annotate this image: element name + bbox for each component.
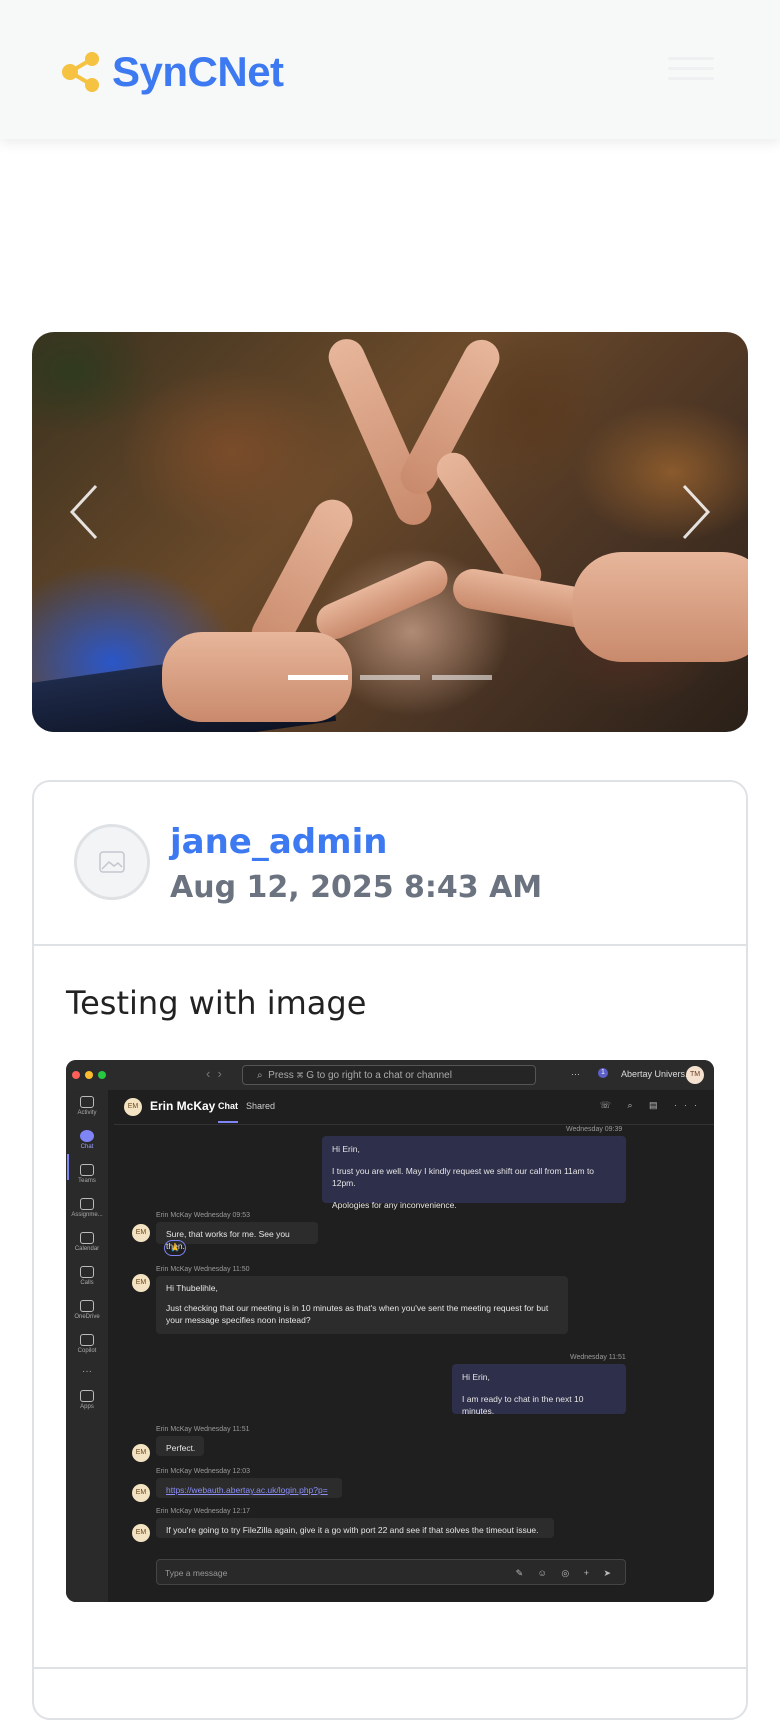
minimize-dot [85,1071,93,1079]
maximize-dot [98,1071,106,1079]
chevron-left-icon[interactable] [66,472,106,552]
carousel-indicators [288,675,492,680]
copilot-icon [80,1334,94,1346]
message-link: https://webauth.abertay.ac.uk/login.php?… [166,1485,328,1495]
contact-avatar: EM [124,1098,142,1116]
site-header: SynCNet [0,0,780,139]
nav-arrows-icon: ‹ › [206,1066,222,1081]
chat-tools-icons: ☏ ⌕ ▤ ··· [599,1100,704,1110]
tab-chat: Chat [218,1101,238,1111]
msg-time: Wednesday 09:39 [566,1126,623,1133]
bell-icon [80,1096,94,1108]
contact-avatar: EM [132,1274,150,1292]
post-footer [34,1667,746,1669]
post-username[interactable]: jane_admin [170,822,387,862]
cloud-icon [80,1300,94,1312]
plus-box-icon [80,1390,94,1402]
post-card: jane_admin Aug 12, 2025 8:43 AM Testing … [32,780,748,1720]
teams-icon [80,1164,94,1176]
search-placeholder: Press ⌘ G to go right to a chat or chann… [268,1070,452,1081]
post-header: jane_admin Aug 12, 2025 8:43 AM [34,782,746,946]
message-bubble: Hi Erin, I am ready to chat in the next … [452,1364,626,1416]
carousel-indicator[interactable] [432,675,492,680]
calendar-icon [80,1232,94,1244]
msg-time: Wednesday 11:51 [570,1354,626,1361]
notification-badge: 1 [598,1068,608,1078]
chat-icon [80,1130,94,1142]
rail-copilot: Copilot [66,1334,108,1354]
rail-activity: Activity [66,1096,108,1116]
teams-rail: Activity Chat Teams Assignme... Calendar… [66,1090,108,1602]
menu-icon [668,57,714,60]
message-bubble: Hi Erin, I trust you are well. May I kin… [322,1136,626,1210]
rail-apps: Apps [66,1390,108,1410]
user-avatar: TM [686,1066,704,1084]
contact-name: Erin McKay [150,1099,216,1113]
tab-underline [218,1121,238,1123]
menu-toggle-button[interactable] [668,50,714,90]
rail-calendar: Calendar [66,1232,108,1252]
contact-avatar: EM [132,1224,150,1242]
more-icon: ··· [571,1069,580,1079]
msg-meta: Erin McKay Wednesday 11:50 [156,1266,250,1273]
chat-header: EM Erin McKay Chat Shared ☏ ⌕ ▤ ··· [114,1090,714,1125]
carousel-indicator[interactable] [360,675,420,680]
contact-avatar: EM [132,1524,150,1542]
message-bubble: Perfect. [156,1436,204,1456]
image-carousel [32,332,748,732]
image-placeholder-icon [99,851,125,873]
avatar[interactable] [74,824,150,900]
rail-onedrive: OneDrive [66,1300,108,1320]
msg-meta: Erin McKay Wednesday 12:03 [156,1468,251,1475]
message-bubble: https://webauth.abertay.ac.uk/login.php?… [156,1478,342,1498]
post-timestamp: Aug 12, 2025 8:43 AM [170,870,543,905]
rail-calls: Calls [66,1266,108,1286]
message-bubble: If you're going to try FileZilla again, … [156,1518,554,1538]
phone-icon [80,1266,94,1278]
chevron-right-icon[interactable] [674,472,714,552]
rail-assignments: Assignme... [66,1198,108,1218]
share-nodes-icon [62,52,99,92]
post-image[interactable]: ‹ › ⌕ Press ⌘ G to go right to a chat or… [66,1060,714,1602]
more-apps-icon: ··· [82,1366,92,1377]
pray-reaction-icon: 🙏 [164,1240,186,1256]
message-bubble: Hi Thubelihle, Just checking that our me… [156,1276,568,1334]
window-controls [72,1071,106,1079]
brand-name: SynCNet [112,48,284,95]
rail-chat: Chat [66,1130,108,1150]
photo-hand [572,552,748,662]
close-dot [72,1071,80,1079]
brand-logo[interactable]: SynCNet [60,48,284,96]
contact-avatar: EM [132,1444,150,1462]
bag-icon [80,1198,94,1210]
msg-meta: Erin McKay Wednesday 11:51 [156,1426,250,1433]
teams-titlebar: ‹ › ⌕ Press ⌘ G to go right to a chat or… [66,1060,714,1090]
post-text: Testing with image [66,984,367,1022]
contact-avatar: EM [132,1484,150,1502]
carousel-indicator[interactable] [288,675,348,680]
compose-box: Type a message ✎ ☺ ◎ + ➤ [156,1559,626,1585]
tab-shared: Shared [246,1101,276,1111]
photo-hand [310,555,454,645]
teams-search: ⌕ Press ⌘ G to go right to a chat or cha… [242,1065,536,1085]
rail-teams: Teams [66,1164,108,1184]
msg-meta: Erin McKay Wednesday 09:53 [156,1212,251,1219]
compose-placeholder: Type a message [165,1568,228,1578]
compose-tools-icons: ✎ ☺ ◎ + ➤ [515,1568,617,1578]
msg-meta: Erin McKay Wednesday 12:17 [156,1508,251,1515]
org-name: Abertay Univers... [621,1069,693,1079]
